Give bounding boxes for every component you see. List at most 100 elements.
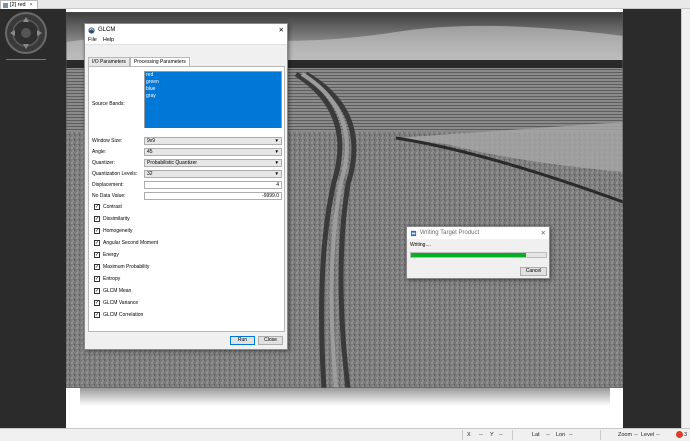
- quantizer-label: Quantizer:: [92, 160, 116, 166]
- no-data-value-label: No Data Value:: [92, 193, 126, 199]
- tab-processing-parameters[interactable]: Processing Parameters: [129, 57, 190, 66]
- chevron-down-icon: ▼: [274, 171, 279, 176]
- status-divider: [462, 430, 463, 440]
- window-size-select[interactable]: 9x9 ▼: [144, 137, 282, 145]
- status-y-value: --: [499, 432, 503, 438]
- close-button[interactable]: Close: [258, 336, 283, 345]
- checkbox-glcm-correlation[interactable]: ✓ GLCM Correlation: [94, 312, 143, 318]
- checkbox-check-icon[interactable]: ✓: [94, 288, 100, 294]
- angle-value: 45: [147, 149, 153, 155]
- notification-count: 3: [684, 432, 688, 438]
- checkbox-check-icon[interactable]: ✓: [94, 252, 100, 258]
- checkbox-check-icon[interactable]: ✓: [94, 240, 100, 246]
- chevron-down-icon: ▼: [274, 149, 279, 154]
- checkbox-label: GLCM Mean: [103, 288, 132, 294]
- chevron-down-icon: ▼: [274, 138, 279, 143]
- checkbox-glcm-variance[interactable]: ✓ GLCM Variance: [94, 300, 138, 306]
- band-item-blue[interactable]: blue: [145, 86, 281, 93]
- writing-close-icon[interactable]: ✕: [541, 229, 546, 237]
- status-lon-label: Lon: [556, 432, 566, 438]
- checkbox-energy[interactable]: ✓ Energy: [94, 252, 119, 258]
- menu-file[interactable]: File: [88, 37, 97, 43]
- glcm-menu-bar: File Help: [85, 36, 287, 45]
- angle-label: Angle:: [92, 149, 107, 155]
- writing-status-text: Writing....: [410, 242, 432, 248]
- checkbox-check-icon[interactable]: ✓: [94, 216, 100, 222]
- checkbox-dissimilarity[interactable]: ✓ Dissimilarity: [94, 216, 130, 222]
- source-bands-label: Source Bands:: [92, 101, 125, 107]
- checkbox-label: GLCM Variance: [103, 300, 139, 306]
- status-level-label: Level: [641, 432, 655, 438]
- status-lon-value: --: [569, 432, 573, 438]
- doc-tab-red[interactable]: [2] red ×: [0, 0, 38, 9]
- checkbox-contrast[interactable]: ✓ Contrast: [94, 204, 122, 210]
- nav-separator: [6, 59, 46, 60]
- writing-title-bar[interactable]: Writing Target Product ✕: [407, 227, 549, 239]
- checkbox-maximum-probability[interactable]: ✓ Maximum Probability: [94, 264, 149, 270]
- doc-tab-label: [2] red: [10, 2, 26, 8]
- band-item-green[interactable]: green: [145, 79, 281, 86]
- checkbox-check-icon[interactable]: ✓: [94, 264, 100, 270]
- status-bar: X -- Y -- Lat -- Lon -- Zoom -- Level --…: [0, 428, 690, 441]
- displacement-input[interactable]: 4: [144, 181, 282, 189]
- tab-io-parameters[interactable]: I/O Parameters: [88, 57, 130, 66]
- source-bands-list[interactable]: red green blue gray: [144, 71, 282, 128]
- checkbox-label: Dissimilarity: [103, 216, 130, 222]
- checkbox-check-icon[interactable]: ✓: [94, 300, 100, 306]
- image-view-icon: [3, 2, 8, 8]
- checkbox-check-icon[interactable]: ✓: [94, 228, 100, 234]
- status-divider: [600, 430, 601, 440]
- snap-app-icon: [88, 26, 95, 34]
- write-progress-bar: [410, 252, 547, 258]
- menu-help[interactable]: Help: [103, 37, 114, 43]
- status-lat-value: --: [546, 432, 550, 438]
- glcm-title-bar[interactable]: GLCM ✕: [85, 24, 287, 36]
- checkbox-homogeneity[interactable]: ✓ Homogeneity: [94, 228, 132, 234]
- status-x-label: X: [467, 432, 471, 438]
- navigation-compass-icon[interactable]: [4, 11, 48, 55]
- checkbox-entropy[interactable]: ✓ Entropy: [94, 276, 120, 282]
- status-level-value: --: [656, 432, 660, 438]
- no-data-value-input[interactable]: -9999.0: [144, 192, 282, 200]
- checkbox-check-icon[interactable]: ✓: [94, 204, 100, 210]
- cancel-button[interactable]: Cancel: [520, 267, 547, 276]
- window-size-value: 9x9: [147, 138, 156, 144]
- document-tab-bar: [2] red ×: [0, 0, 690, 9]
- quantization-levels-value: 32: [147, 171, 153, 177]
- write-progress-fill: [411, 253, 526, 257]
- checkbox-label: Contrast: [103, 204, 122, 210]
- checkbox-label: Maximum Probability: [103, 264, 150, 270]
- status-zoom-value: --: [634, 432, 638, 438]
- quantization-levels-select[interactable]: 32 ▼: [144, 170, 282, 178]
- processing-parameters-panel: Source Bands: red green blue gray Window…: [88, 66, 285, 332]
- glcm-close-icon[interactable]: ✕: [279, 26, 284, 34]
- status-zoom-label: Zoom: [618, 432, 633, 438]
- window-size-label: Window Size:: [92, 138, 123, 144]
- displacement-label: Displacement:: [92, 182, 124, 188]
- status-y-label: Y: [490, 432, 494, 438]
- checkbox-glcm-mean[interactable]: ✓ GLCM Mean: [94, 288, 131, 294]
- angle-select[interactable]: 45 ▼: [144, 148, 282, 156]
- run-button[interactable]: Run: [230, 336, 255, 345]
- checkbox-check-icon[interactable]: ✓: [94, 312, 100, 318]
- writing-title: Writing Target Product: [420, 230, 480, 236]
- status-lat-label: Lat: [532, 432, 540, 438]
- checkbox-label: Entropy: [103, 276, 121, 282]
- glcm-title: GLCM: [98, 27, 116, 33]
- band-item-gray[interactable]: gray: [145, 93, 281, 100]
- chevron-down-icon: ▼: [274, 160, 279, 165]
- checkbox-label: Angular Second Moment: [103, 240, 159, 246]
- checkbox-angular-second-moment[interactable]: ✓ Angular Second Moment: [94, 240, 158, 246]
- image-drop-shadow: [80, 388, 610, 406]
- quantizer-select[interactable]: Probabilistic Quantizer ▼: [144, 159, 282, 167]
- status-x-value: --: [479, 432, 483, 438]
- writing-target-product-dialog: Writing Target Product ✕ Writing.... Can…: [406, 226, 550, 279]
- checkbox-label: GLCM Correlation: [103, 312, 144, 318]
- checkbox-label: Energy: [103, 252, 119, 258]
- notification-alert-icon[interactable]: [676, 431, 683, 438]
- glcm-dialog: GLCM ✕ File Help I/O Parameters Processi…: [84, 23, 288, 350]
- doc-tab-close-icon[interactable]: ×: [30, 2, 33, 8]
- checkbox-check-icon[interactable]: ✓: [94, 276, 100, 282]
- band-item-red[interactable]: red: [145, 72, 281, 79]
- checkbox-label: Homogeneity: [103, 228, 133, 234]
